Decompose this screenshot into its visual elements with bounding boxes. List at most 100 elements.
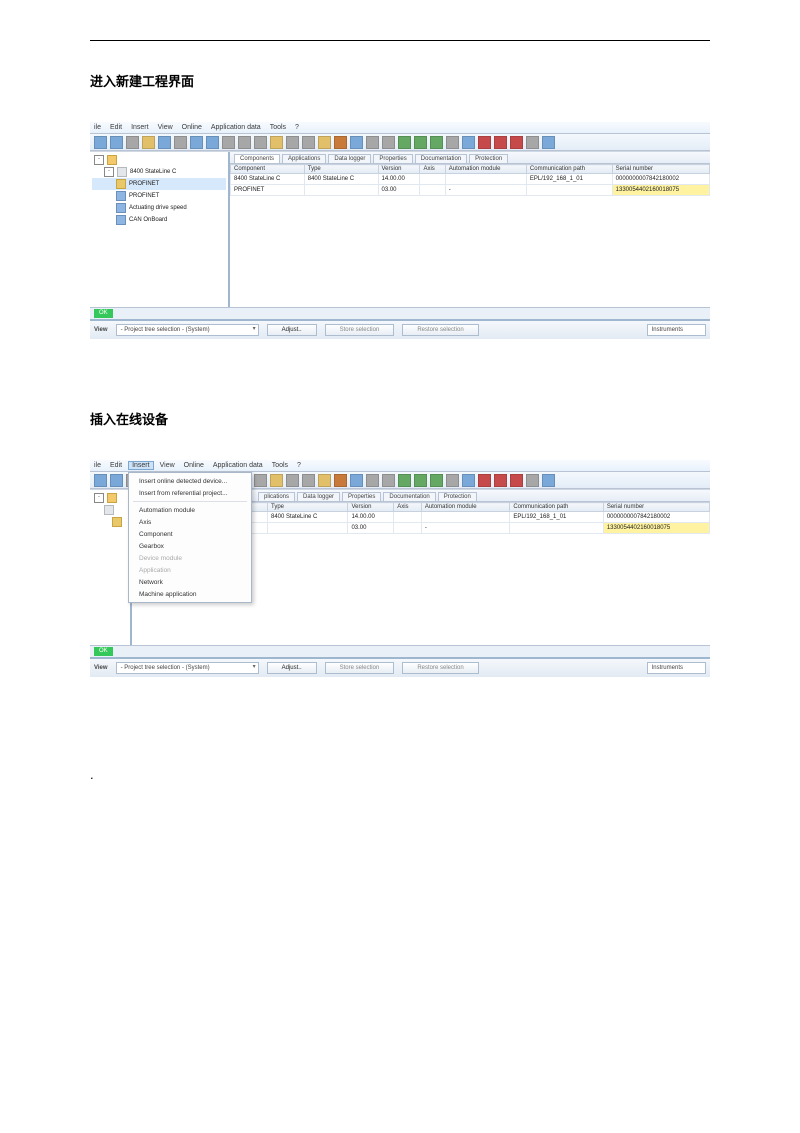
menu-tools[interactable]: Tools <box>272 462 288 469</box>
toolbar-button[interactable] <box>318 474 331 487</box>
toolbar-button[interactable] <box>494 136 507 149</box>
toolbar-button[interactable] <box>158 136 171 149</box>
toolbar-button[interactable] <box>462 474 475 487</box>
toolbar-button[interactable] <box>366 136 379 149</box>
th-version[interactable]: Version <box>378 165 420 174</box>
toolbar-button[interactable] <box>190 136 203 149</box>
toolbar-button[interactable] <box>318 136 331 149</box>
tab-properties[interactable]: Properties <box>373 154 412 163</box>
mi-axis[interactable]: Axis <box>129 516 251 528</box>
toolbar-button[interactable] <box>398 474 411 487</box>
toolbar-button[interactable] <box>350 474 363 487</box>
tab-properties[interactable]: Properties <box>342 492 381 501</box>
toolbar-button[interactable] <box>398 136 411 149</box>
menu-edit[interactable]: Edit <box>110 124 122 131</box>
th-axis[interactable]: Axis <box>394 503 422 512</box>
toolbar-button[interactable] <box>94 474 107 487</box>
toolbar-button[interactable] <box>382 136 395 149</box>
mi-machine-app[interactable]: Machine application <box>129 588 251 600</box>
project-tree[interactable]: - <box>90 490 132 645</box>
toolbar-button[interactable] <box>494 474 507 487</box>
instruments-combo[interactable]: Instruments <box>647 662 706 674</box>
adjust-button[interactable]: Adjust.. <box>267 324 317 336</box>
toolbar-button[interactable] <box>446 136 459 149</box>
toolbar-button[interactable] <box>270 136 283 149</box>
th-type[interactable]: Type <box>304 165 378 174</box>
toolbar-button[interactable] <box>526 136 539 149</box>
tree-node[interactable]: 8400 StateLine C <box>130 169 176 175</box>
restore-selection-button[interactable]: Restore selection <box>402 662 478 674</box>
toolbar-button[interactable] <box>302 136 315 149</box>
menu-online[interactable]: Online <box>182 124 202 131</box>
mi-network[interactable]: Network <box>129 576 251 588</box>
mi-automation-module[interactable]: Automation module <box>129 504 251 516</box>
toolbar-button[interactable] <box>142 136 155 149</box>
tab-documentation[interactable]: Documentation <box>415 154 467 163</box>
toolbar-button[interactable] <box>366 474 379 487</box>
th-serial[interactable]: Serial number <box>612 165 709 174</box>
toolbar-button[interactable] <box>302 474 315 487</box>
toolbar-button[interactable] <box>110 136 123 149</box>
table-row[interactable]: 8400 StateLine C8400 StateLine C14.00.00… <box>231 174 710 185</box>
toolbar-button[interactable] <box>206 136 219 149</box>
toolbar-button[interactable] <box>430 136 443 149</box>
tab-protection[interactable]: Protection <box>469 154 508 163</box>
toolbar-button[interactable] <box>382 474 395 487</box>
toolbar-button[interactable] <box>334 136 347 149</box>
store-selection-button[interactable]: Store selection <box>325 324 395 336</box>
menu-view[interactable]: View <box>160 462 175 469</box>
toolbar-button[interactable] <box>510 136 523 149</box>
toolbar-button[interactable] <box>254 474 267 487</box>
menu-tools[interactable]: Tools <box>270 124 286 131</box>
view-combo[interactable]: - Project tree selection - (System) <box>116 324 259 336</box>
toolbar-button[interactable] <box>462 136 475 149</box>
menu-online[interactable]: Online <box>184 462 204 469</box>
table-row[interactable]: PROFINET03.00-1330054402160018075 <box>231 185 710 196</box>
project-tree[interactable]: - -8400 StateLine C PROFINET PROFINET Ac… <box>90 152 230 307</box>
toolbar-button[interactable] <box>254 136 267 149</box>
mi-insert-online[interactable]: Insert online detected device... <box>129 475 251 487</box>
tree-node[interactable]: PROFINET <box>129 193 159 199</box>
tab-datalogger[interactable]: Data logger <box>328 154 371 163</box>
menu-help[interactable]: ? <box>297 462 301 469</box>
menu-file[interactable]: ile <box>94 124 101 131</box>
th-serial[interactable]: Serial number <box>603 503 709 512</box>
toolbar-button[interactable] <box>110 474 123 487</box>
view-combo[interactable]: - Project tree selection - (System) <box>116 662 259 674</box>
menu-appdata[interactable]: Application data <box>211 124 261 131</box>
toolbar-button[interactable] <box>430 474 443 487</box>
toolbar-button[interactable] <box>478 474 491 487</box>
adjust-button[interactable]: Adjust.. <box>267 662 317 674</box>
minus-icon[interactable]: - <box>94 155 104 165</box>
tab-applications[interactable]: Applications <box>282 154 326 163</box>
toolbar-button[interactable] <box>478 136 491 149</box>
th-am[interactable]: Automation module <box>421 503 509 512</box>
minus-icon[interactable]: - <box>94 493 104 503</box>
tree-node[interactable]: Actuating drive speed <box>129 205 187 211</box>
tree-node[interactable]: CAN OnBoard <box>129 217 167 223</box>
toolbar-button[interactable] <box>270 474 283 487</box>
instruments-combo[interactable]: Instruments <box>647 324 706 336</box>
toolbar-button[interactable] <box>542 474 555 487</box>
minus-icon[interactable]: - <box>104 167 114 177</box>
toolbar-button[interactable] <box>126 136 139 149</box>
menu-help[interactable]: ? <box>295 124 299 131</box>
mi-insert-ref[interactable]: Insert from referential project... <box>129 487 251 499</box>
tab-documentation[interactable]: Documentation <box>383 492 435 501</box>
toolbar-button[interactable] <box>414 474 427 487</box>
toolbar-button[interactable] <box>286 474 299 487</box>
menu-appdata[interactable]: Application data <box>213 462 263 469</box>
th-axis[interactable]: Axis <box>420 165 445 174</box>
th-path[interactable]: Communication path <box>510 503 604 512</box>
toolbar-button[interactable] <box>286 136 299 149</box>
th-am[interactable]: Automation module <box>445 165 526 174</box>
toolbar-button[interactable] <box>350 136 363 149</box>
tab-datalogger[interactable]: Data logger <box>297 492 340 501</box>
th-component[interactable]: Component <box>231 165 305 174</box>
th-type[interactable]: Type <box>268 503 348 512</box>
toolbar-button[interactable] <box>414 136 427 149</box>
menu-view[interactable]: View <box>158 124 173 131</box>
menu-file[interactable]: ile <box>94 462 101 469</box>
toolbar-button[interactable] <box>94 136 107 149</box>
toolbar-button[interactable] <box>510 474 523 487</box>
